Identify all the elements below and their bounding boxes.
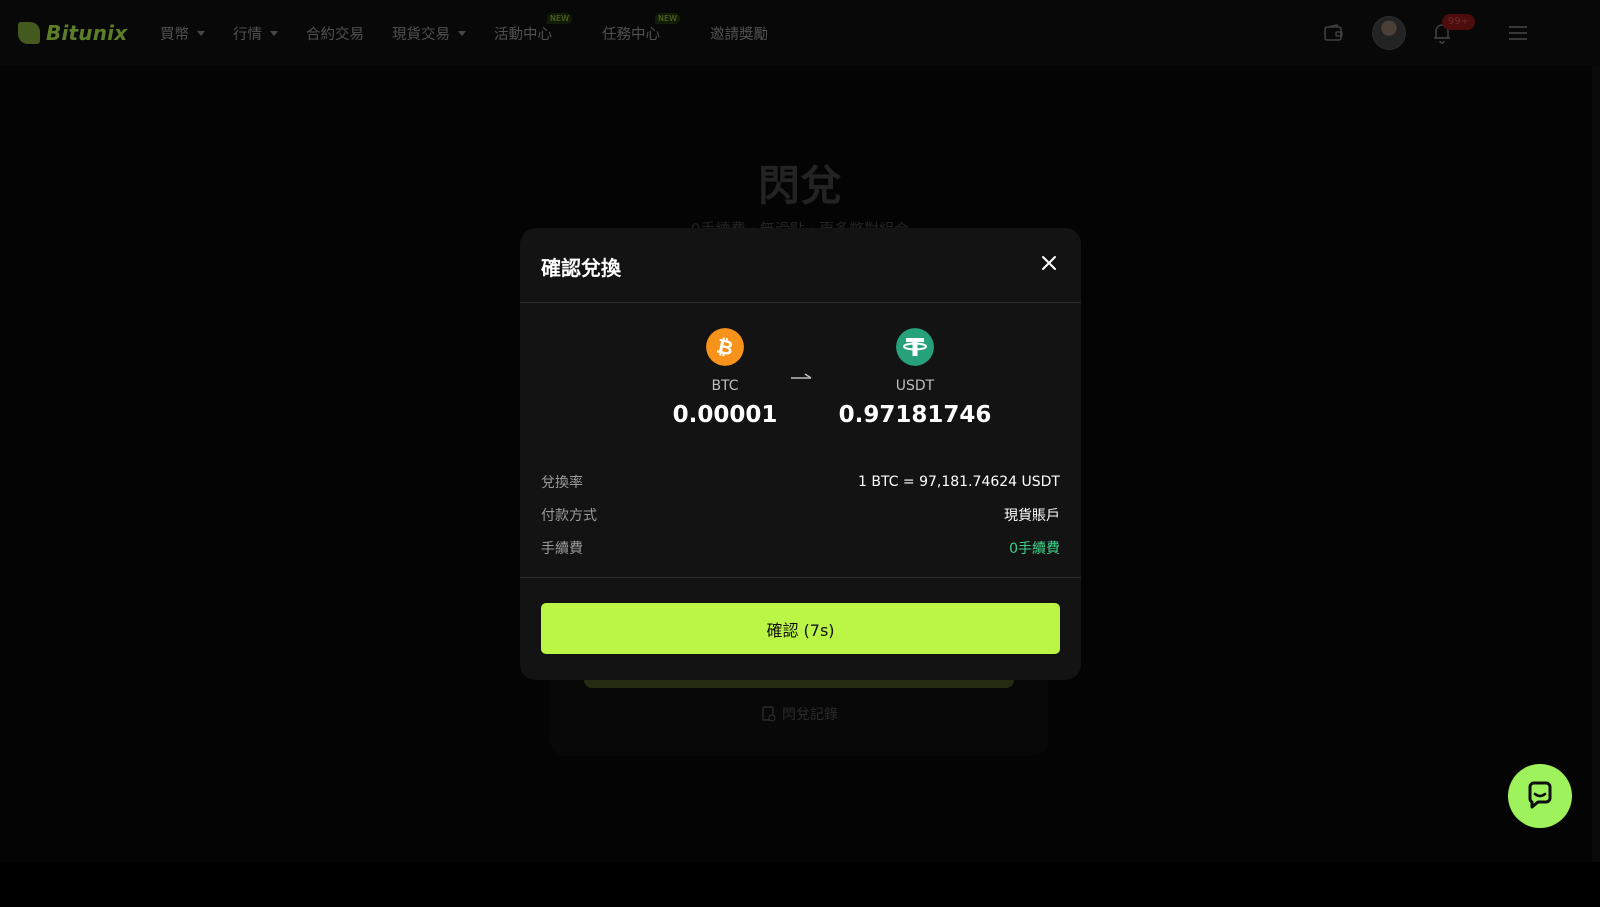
detail-value: 0手續費: [1009, 540, 1060, 557]
detail-row-payment-method: 付款方式 現貨賬戶: [541, 498, 1060, 531]
detail-label: 付款方式: [541, 507, 597, 524]
to-coin: USDT 0.97181746: [835, 328, 995, 428]
live-chat-button[interactable]: [1508, 764, 1572, 828]
dialog-header: 確認兌換: [520, 228, 1081, 303]
close-icon[interactable]: [1039, 253, 1059, 273]
dialog-divider: [520, 577, 1081, 578]
detail-value: 現貨賬戶: [1004, 507, 1060, 524]
detail-row-exchange-rate: 兌換率 1 BTC = 97,181.74624 USDT: [541, 465, 1060, 498]
detail-label: 手續費: [541, 540, 583, 557]
arrow-right-icon: [791, 373, 812, 379]
swap-summary: ₿ BTC 0.00001 USDT 0.97181746: [520, 328, 1081, 448]
detail-label: 兌換率: [541, 474, 583, 491]
dialog-title: 確認兌換: [541, 256, 621, 280]
swap-details: 兌換率 1 BTC = 97,181.74624 USDT 付款方式 現貨賬戶 …: [541, 465, 1060, 564]
bitcoin-icon: ₿: [706, 328, 744, 366]
to-coin-symbol: USDT: [895, 378, 935, 394]
from-coin-symbol: BTC: [711, 378, 739, 394]
from-coin: ₿ BTC 0.00001: [645, 328, 805, 428]
from-coin-amount: 0.00001: [672, 402, 778, 428]
detail-row-fee: 手續費 0手續費: [541, 531, 1060, 564]
confirm-button[interactable]: 確認 (7s): [541, 603, 1060, 654]
tether-icon: [896, 328, 934, 366]
detail-value: 1 BTC = 97,181.74624 USDT: [858, 473, 1060, 490]
chat-bubble-icon: [1528, 781, 1552, 809]
confirm-swap-dialog: 確認兌換 ₿ BTC 0.00001 USDT 0.97181746 兌換率 1…: [520, 228, 1081, 680]
to-coin-amount: 0.97181746: [838, 402, 992, 428]
